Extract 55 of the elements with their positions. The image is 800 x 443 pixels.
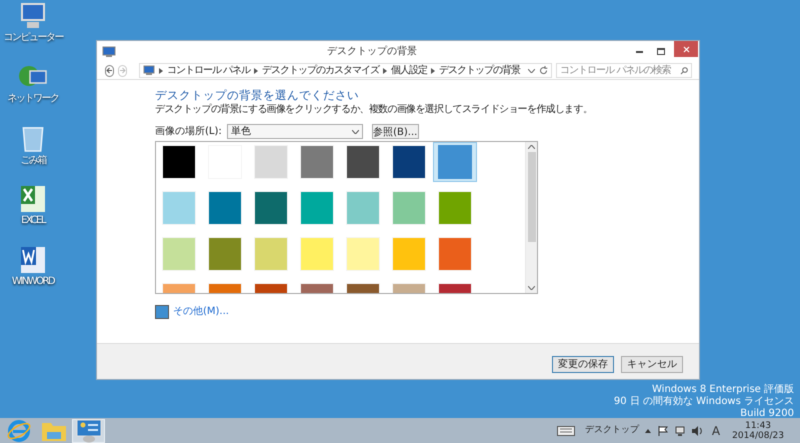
network-icon[interactable]	[674, 426, 685, 436]
window-title: デスクトップの背景	[326, 44, 418, 59]
back-button[interactable]	[105, 64, 114, 76]
search-field[interactable]: コントロール パネルの検索	[556, 63, 692, 78]
license-text: Build 9200	[740, 408, 794, 420]
back-arrow-icon	[106, 67, 113, 74]
location-dropdown[interactable]: 単色	[226, 124, 363, 139]
breadcrumb-item[interactable]: 個人設定	[391, 63, 428, 78]
spreadsheet-icon	[20, 185, 46, 213]
document-icon	[20, 246, 46, 274]
monitor-icon	[102, 46, 116, 58]
refresh-icon[interactable]	[539, 66, 548, 75]
chevron-icon	[383, 68, 388, 74]
close-button[interactable]	[674, 41, 698, 57]
scroll-down-icon	[528, 286, 535, 290]
other-color-swatch[interactable]	[155, 304, 169, 318]
control-panel-icon	[76, 418, 102, 442]
breadcrumb-item[interactable]: デスクトップの背景	[439, 63, 520, 78]
breadcrumb-item[interactable]: コントロール パネル	[167, 63, 250, 78]
expand-icon[interactable]	[644, 428, 651, 432]
address-bar[interactable]: コントロール パネル デスクトップのカスタマイズ 個人設定 デスクトップの背景	[139, 63, 552, 78]
browser-icon	[6, 418, 30, 442]
ime-indicator[interactable]: A	[712, 422, 720, 440]
trash-icon	[21, 124, 45, 153]
speaker-icon[interactable]	[692, 426, 703, 436]
license-text: 90 日 の間有効な Windows ライセンス	[614, 396, 794, 408]
chevron-icon	[431, 68, 436, 74]
close-icon	[682, 46, 690, 52]
toolbar-label[interactable]: デスクトップ	[584, 424, 639, 438]
other-color-link[interactable]: その他(M)...	[173, 304, 229, 319]
clock-date[interactable]: 2014/08/23	[732, 430, 784, 440]
location-label: 画像の場所(L):	[155, 124, 222, 139]
search-icon	[680, 66, 688, 74]
dialog-button[interactable]: キャンセル	[621, 356, 683, 373]
scrollbar[interactable]	[525, 142, 537, 293]
scroll-up-icon	[528, 145, 535, 149]
flag-icon[interactable]	[658, 426, 668, 436]
breadcrumb-item[interactable]: デスクトップのカスタマイズ	[262, 63, 380, 78]
chevron-icon	[159, 68, 163, 74]
caret-icon	[352, 130, 359, 134]
scroll-thumb[interactable]	[528, 152, 536, 242]
dialog-button[interactable]: 変更の保存	[552, 356, 614, 373]
clock-time[interactable]: 11:43	[745, 420, 772, 430]
taskbar-button[interactable]	[72, 418, 105, 442]
browse-button[interactable]: 参照(B)...	[372, 124, 419, 139]
computer-icon	[18, 2, 48, 30]
color-swatch[interactable]	[433, 142, 477, 182]
keyboard-icon[interactable]	[556, 426, 575, 436]
chevron-icon	[254, 68, 258, 74]
description-text: デスクトップの背景にする画像をクリックするか、複数の画像を選択してスライドショーを作成します。	[155, 104, 594, 116]
license-text: Windows 8 Enterprise 評価版	[652, 384, 794, 396]
control-panel-icon	[143, 65, 155, 76]
dropdown-caret-icon[interactable]	[528, 68, 536, 72]
forward-arrow-icon	[119, 67, 126, 74]
page-heading: デスクトップの背景を選んでください	[155, 88, 360, 102]
